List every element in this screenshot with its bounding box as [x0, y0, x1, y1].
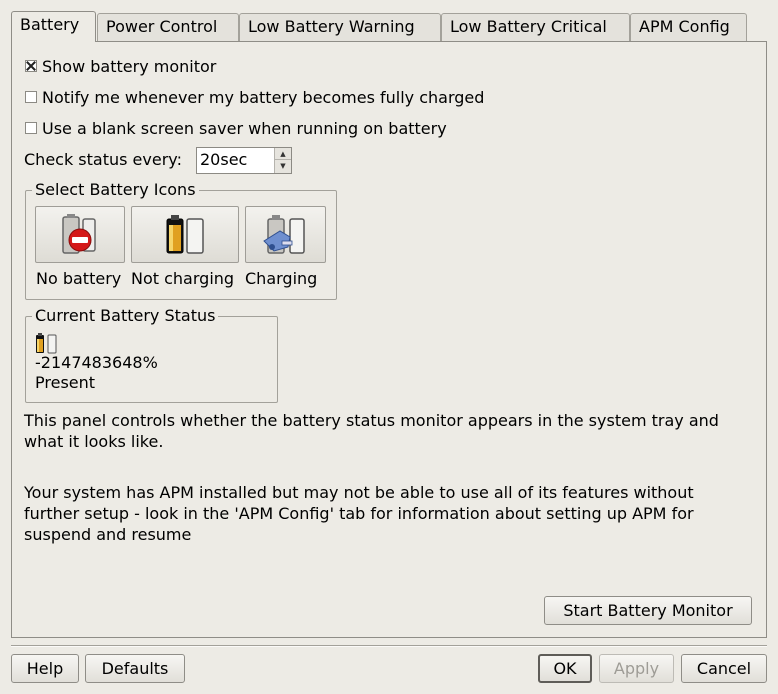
tab-label: Power Control	[106, 17, 218, 36]
checkbox-label: Show battery monitor	[42, 56, 217, 76]
notify-fully-charged-checkbox[interactable]: Notify me whenever my battery becomes fu…	[25, 86, 484, 108]
not-charging-icon	[166, 214, 204, 254]
apm-note-line: suspend and resume	[24, 525, 192, 544]
spinbox-value[interactable]: 20sec	[200, 150, 247, 169]
apm-note-line: further setup - look in the 'APM Config'…	[24, 504, 694, 523]
start-battery-monitor-button[interactable]: Start Battery Monitor	[544, 596, 752, 625]
checkbox-unchecked-icon	[25, 122, 37, 134]
charging-icon-button[interactable]	[245, 206, 326, 263]
check-status-spinbox[interactable]: 20sec ▲ ▼	[196, 147, 292, 174]
tab-label: Low Battery Warning	[248, 17, 415, 36]
apply-button[interactable]: Apply	[599, 654, 674, 683]
defaults-button[interactable]: Defaults	[85, 654, 185, 683]
tab-low-battery-warning[interactable]: Low Battery Warning	[239, 13, 441, 41]
group-title: Current Battery Status	[32, 306, 219, 326]
charging-label: Charging	[245, 269, 318, 288]
separator	[11, 645, 767, 647]
blank-screen-saver-checkbox[interactable]: Use a blank screen saver when running on…	[25, 117, 447, 139]
check-status-label: Check status every:	[24, 150, 182, 169]
no-battery-icon	[62, 213, 96, 254]
tab-power-control[interactable]: Power Control	[97, 13, 239, 41]
spinbox-buttons: ▲ ▼	[274, 148, 291, 173]
description-line: This panel controls whether the battery …	[24, 411, 719, 430]
battery-state: Present	[35, 373, 96, 392]
battery-percent: -2147483648%	[35, 353, 158, 372]
spin-down-arrow-icon[interactable]: ▼	[275, 160, 291, 172]
help-button[interactable]: Help	[11, 654, 79, 683]
checkbox-checked-icon	[25, 60, 37, 72]
tab-label: Low Battery Critical	[450, 17, 607, 36]
tab-apm-config[interactable]: APM Config	[630, 13, 747, 41]
no-battery-icon-button[interactable]	[35, 206, 125, 263]
spin-up-arrow-icon[interactable]: ▲	[275, 148, 291, 160]
checkbox-unchecked-icon	[25, 91, 37, 103]
apm-note-line: Your system has APM installed but may no…	[24, 483, 694, 502]
charging-icon	[262, 214, 305, 254]
not-charging-icon-button[interactable]	[131, 206, 239, 263]
description-line: what it looks like.	[24, 432, 164, 451]
checkbox-label: Notify me whenever my battery becomes fu…	[42, 87, 485, 107]
tab-label: APM Config	[639, 17, 730, 36]
checkbox-label: Use a blank screen saver when running on…	[42, 118, 447, 138]
tab-battery[interactable]: Battery	[11, 11, 96, 42]
battery-status-icon	[36, 333, 57, 354]
no-battery-label: No battery	[36, 269, 122, 288]
ok-button[interactable]: OK	[538, 654, 592, 683]
cancel-button[interactable]: Cancel	[681, 654, 767, 683]
tab-label: Battery	[20, 15, 80, 34]
group-title: Select Battery Icons	[32, 180, 199, 200]
not-charging-label: Not charging	[131, 269, 235, 288]
tab-low-battery-critical[interactable]: Low Battery Critical	[441, 13, 630, 41]
show-battery-monitor-checkbox[interactable]: Show battery monitor	[25, 55, 216, 77]
